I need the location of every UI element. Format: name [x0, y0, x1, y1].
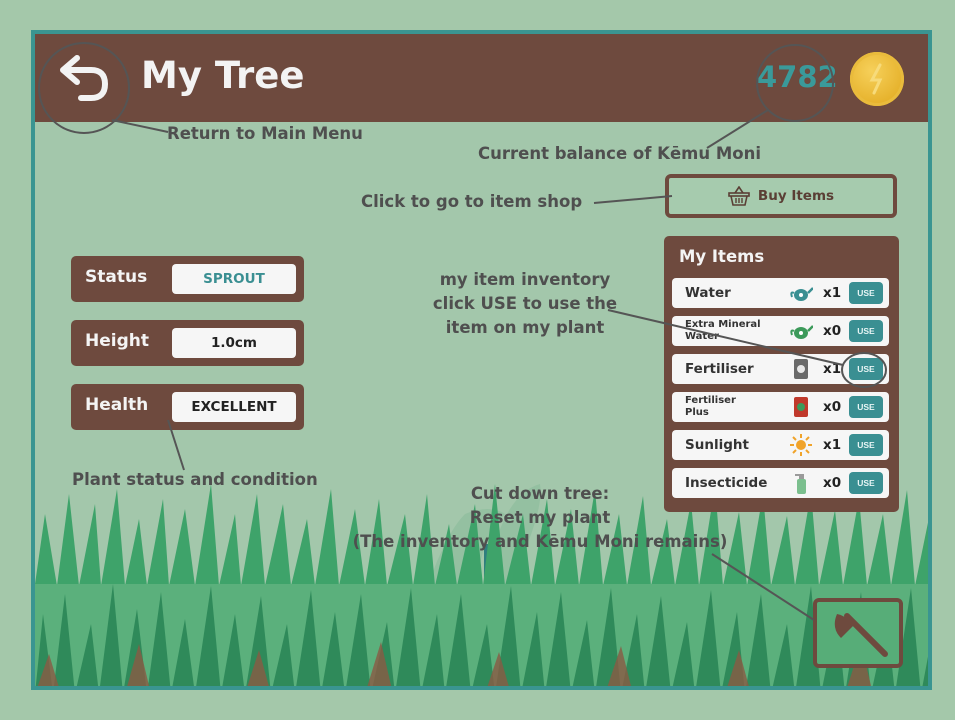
use-extra-mineral-water-button[interactable]: USE: [849, 320, 883, 342]
health-row: Health EXCELLENT: [71, 384, 304, 430]
annotation-inventory-line: item on my plant: [445, 318, 605, 337]
item-quantity: x1: [823, 361, 842, 377]
annotation-cutdown-line: Cut down tree:: [470, 484, 610, 503]
inventory-item-sunlight: Sunlight x1 USE: [672, 430, 889, 460]
annotation-balance: Current balance of Kēmu Moni: [478, 144, 761, 163]
item-quantity: x0: [823, 475, 842, 491]
watering-can-icon: [790, 287, 813, 301]
header-bar: My Tree 4782: [35, 34, 928, 122]
inventory-item-extra-mineral-water: Extra Mineral Water x0 USE: [672, 316, 889, 346]
axe-icon: [834, 613, 888, 657]
sun-icon: [790, 434, 812, 456]
back-arrow-icon: [60, 55, 109, 101]
use-fertiliser-button[interactable]: USE: [849, 358, 883, 380]
height-value: 1.0cm: [172, 328, 296, 358]
balance-value: 4782: [757, 60, 838, 94]
item-name: Sunlight: [685, 437, 749, 453]
health-value: EXCELLENT: [172, 392, 296, 422]
page-title: My Tree: [141, 54, 305, 97]
item-quantity: x1: [823, 285, 842, 301]
fertiliser-bag-icon: [794, 359, 808, 379]
annotation-cutdown-line: (The inventory and Kēmu Moni remains): [352, 532, 728, 551]
status-value: SPROUT: [172, 264, 296, 294]
use-insecticide-button[interactable]: USE: [849, 472, 883, 494]
annotation-return: Return to Main Menu: [167, 124, 363, 143]
use-sunlight-button[interactable]: USE: [849, 434, 883, 456]
annotation-inventory-line: click USE to use the: [432, 294, 618, 313]
cut-down-tree-button[interactable]: [813, 598, 903, 668]
item-name: Extra Mineral Water: [685, 319, 761, 342]
annotation-cutdown-line: Reset my plant: [469, 508, 611, 527]
inventory-title: My Items: [679, 247, 765, 266]
spray-bottle-icon: [795, 474, 806, 494]
inventory-item-water: Water x1 USE: [672, 278, 889, 308]
height-row: Height 1.0cm: [71, 320, 304, 366]
buy-items-label: Buy Items: [757, 188, 835, 204]
item-quantity: x0: [823, 399, 842, 415]
item-name: Fertiliser Plus: [685, 395, 736, 418]
inventory-panel: My Items Water x1 USE Extra Mineral Wate…: [664, 236, 899, 512]
coin-icon: [850, 52, 904, 106]
basket-icon: [728, 186, 750, 206]
inventory-item-fertiliser-plus: Fertiliser Plus x0 USE: [672, 392, 889, 422]
inventory-item-fertiliser: Fertiliser x1 USE: [672, 354, 889, 384]
item-quantity: x0: [823, 323, 842, 339]
back-button[interactable]: [53, 50, 113, 106]
health-label: Health: [85, 395, 149, 415]
use-water-button[interactable]: USE: [849, 282, 883, 304]
status-label: Status: [85, 267, 148, 287]
status-row: Status SPROUT: [71, 256, 304, 302]
annotation-cutdown: Cut down tree: Reset my plant (The inven…: [330, 482, 750, 554]
watering-can-icon: [790, 325, 813, 339]
item-quantity: x1: [823, 437, 842, 453]
item-name: Fertiliser: [685, 361, 754, 377]
annotation-inventory-line: my item inventory: [439, 270, 611, 289]
annotation-inventory: my item inventory click USE to use the i…: [400, 268, 650, 340]
buy-items-button[interactable]: Buy Items: [665, 174, 897, 218]
annotation-shop: Click to go to item shop: [361, 192, 583, 211]
height-label: Height: [85, 331, 149, 351]
use-fertiliser-plus-button[interactable]: USE: [849, 396, 883, 418]
annotation-status: Plant status and condition: [72, 470, 318, 489]
item-name: Water: [685, 285, 731, 301]
fertiliser-bag-icon: [794, 397, 808, 417]
